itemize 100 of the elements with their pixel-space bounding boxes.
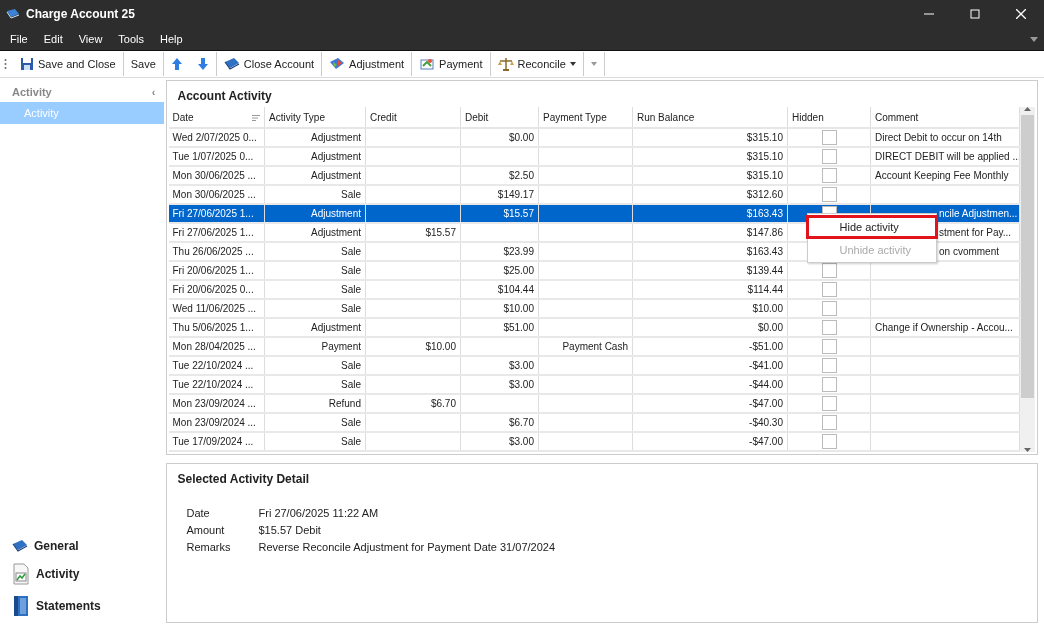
table-cell: Adjustment	[264, 318, 366, 337]
book-icon	[12, 539, 28, 553]
table-cell: Adjustment	[264, 147, 366, 166]
table-cell: $6.70	[365, 394, 461, 413]
checkbox[interactable]	[821, 187, 837, 202]
table-cell: $114.44	[632, 280, 788, 299]
table-cell: Fri 27/06/2025 1...	[168, 223, 265, 242]
field-label: Remarks	[186, 541, 232, 553]
collapse-button[interactable]: ‹	[151, 86, 156, 98]
toolbar-button[interactable]: Save and Close	[13, 52, 124, 76]
table-cell: $23.99	[460, 242, 539, 261]
menu-item[interactable]: Help	[152, 33, 191, 45]
table-cell: $104.44	[460, 280, 539, 299]
table-cell: Sale	[264, 280, 366, 299]
caret-icon	[1030, 36, 1038, 42]
table-cell: Mon 30/06/2025 ...	[168, 166, 265, 185]
window-title: Charge Account 25	[26, 7, 135, 21]
maximize-button[interactable]	[970, 9, 980, 19]
field-value: $15.57 Debit	[258, 524, 322, 536]
checkbox[interactable]	[821, 130, 837, 145]
table-cell: $163.43	[632, 242, 788, 261]
table-cell: $2.50	[460, 166, 539, 185]
table-cell: $3.00	[460, 432, 539, 451]
checkbox[interactable]	[821, 358, 837, 373]
table-cell: $25.00	[460, 261, 539, 280]
table-cell: -$44.00	[632, 375, 788, 394]
column-header[interactable]: Debit	[460, 107, 539, 128]
checkbox[interactable]	[821, 339, 837, 354]
table-cell: $6.70	[460, 413, 539, 432]
table-cell: Sale	[264, 413, 366, 432]
toolbar-button[interactable]: Payment	[412, 52, 491, 76]
nav-item[interactable]: Activity	[12, 563, 164, 585]
checkbox[interactable]	[821, 434, 837, 449]
table-cell: Sale	[264, 356, 366, 375]
table-cell: $315.10	[632, 166, 788, 185]
toolbar-button[interactable]: Reconcile	[490, 52, 584, 76]
table-cell: Tue 22/10/2024 ...	[168, 375, 265, 394]
field-label: Amount	[186, 524, 226, 536]
menu-item[interactable]: Edit	[35, 33, 71, 45]
field-value: Fri 27/06/2025 11:22 AM	[258, 507, 380, 519]
binder-icon	[12, 595, 30, 617]
checkbox[interactable]	[821, 301, 837, 316]
toolbar-button[interactable]: Adjustment	[322, 52, 413, 76]
toolbar-button[interactable]: Close Account	[216, 52, 323, 76]
nav-item[interactable]: General	[12, 539, 164, 553]
checkbox[interactable]	[821, 320, 837, 335]
table-cell: Tue 22/10/2024 ...	[168, 356, 265, 375]
checkbox[interactable]	[821, 415, 837, 430]
column-header[interactable]: Hidden	[787, 107, 871, 128]
table-cell: Account Keeping Fee Monthly	[870, 166, 1020, 185]
table-cell: $0.00	[460, 128, 539, 147]
table-cell: Thu 5/06/2025 1...	[168, 318, 265, 337]
table-cell: Change if Ownership - Accou...	[870, 318, 1020, 337]
scroll-down-icon	[1024, 448, 1031, 452]
scroll-up-icon	[1024, 107, 1031, 111]
checkbox[interactable]	[821, 377, 837, 392]
column-header[interactable]: Payment Type	[538, 107, 633, 128]
checkbox[interactable]	[821, 263, 837, 278]
table-cell: Adjustment	[264, 166, 366, 185]
table-cell: Tue 17/09/2024 ...	[168, 432, 265, 451]
menu-item[interactable]: View	[70, 33, 111, 45]
chart-document-icon	[12, 563, 30, 585]
table-cell: Direct Debit to occur on 14th	[870, 128, 1020, 147]
table-cell: DIRECT DEBIT will be applied ...	[870, 147, 1020, 166]
book-icon	[223, 57, 240, 71]
table-cell: $10.00	[632, 299, 788, 318]
table-cell: -$40.30	[632, 413, 788, 432]
table-cell: Mon 23/09/2024 ...	[168, 413, 265, 432]
menu-item[interactable]: Tools	[110, 33, 153, 45]
table-cell: -$47.00	[632, 432, 788, 451]
table-cell: Wed 11/06/2025 ...	[168, 299, 265, 318]
column-header[interactable]: Activity Type	[264, 107, 366, 128]
field-label: Date	[186, 507, 211, 519]
table-cell: $15.57	[365, 223, 461, 242]
sidebar-header: Activity	[12, 86, 52, 98]
column-header[interactable]: Date	[168, 107, 265, 128]
table-cell: $315.10	[632, 147, 788, 166]
checkbox[interactable]	[821, 168, 837, 183]
checkbox[interactable]	[821, 282, 837, 297]
menu-item[interactable]: Hide activity	[805, 215, 938, 239]
scrollbar[interactable]	[1020, 107, 1035, 452]
table-cell: Refund	[264, 394, 366, 413]
table-cell: -$41.00	[632, 356, 788, 375]
table-cell: Payment Cash	[538, 337, 633, 356]
toolbar-button[interactable]: Save	[123, 52, 164, 76]
table-cell: $3.00	[460, 356, 539, 375]
save-icon	[20, 57, 34, 71]
menu-item[interactable]: File	[2, 33, 36, 45]
column-header[interactable]: Credit	[365, 107, 461, 128]
scales-icon	[497, 57, 514, 71]
table-cell: $10.00	[460, 299, 539, 318]
field-value: Reverse Reconcile Adjustment for Payment Date 31/07/2024	[258, 541, 557, 553]
column-header[interactable]: Comment	[870, 107, 1020, 128]
nav-item[interactable]: Statements	[12, 595, 164, 617]
table-cell: -$51.00	[632, 337, 788, 356]
checkbox[interactable]	[821, 396, 837, 411]
close-button[interactable]	[1016, 9, 1026, 19]
column-header[interactable]: Run Balance	[632, 107, 788, 128]
table-cell: $51.00	[460, 318, 539, 337]
checkbox[interactable]	[821, 149, 837, 164]
